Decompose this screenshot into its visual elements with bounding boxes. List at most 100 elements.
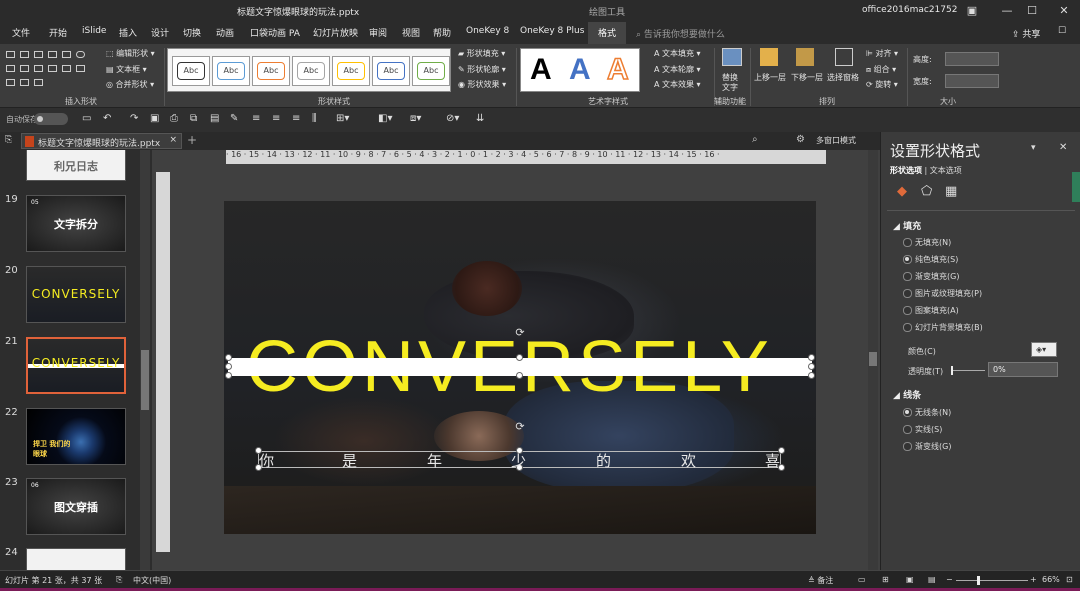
tab-transitions[interactable]: 切换 [183,26,201,39]
resize-handle[interactable] [225,372,232,379]
resize-handle[interactable] [808,363,815,370]
text-effects-button[interactable]: A 文本效果 ▾ [654,79,701,90]
rotate-handle-icon[interactable]: ⟳ [514,327,526,339]
line-section-header[interactable]: ◢ 线条 [893,388,921,401]
shape-style-tile[interactable]: Abc [212,56,250,86]
transparency-input[interactable]: 0% [988,362,1058,377]
zoom-level[interactable]: 66% [1042,575,1060,584]
tab-text-options[interactable]: 文本选项 [930,166,962,175]
align-right-icon[interactable]: ≡ [292,113,300,124]
slide-thumbnail-24[interactable] [26,548,126,570]
document-tab[interactable]: 标题文字惊爆眼球的玩法.pptx × [21,133,182,149]
resize-handle[interactable] [808,372,815,379]
share-button[interactable]: ⇪ 共享 [1012,27,1040,40]
group-dropdown-icon[interactable]: ⧈▾ [410,113,421,124]
tab-view[interactable]: 视图 [402,26,420,39]
minimize-button[interactable]: — [995,2,1019,20]
shape-style-tile[interactable]: Abc [372,56,410,86]
resize-handle[interactable] [516,354,523,361]
shape-brace-icon[interactable] [6,79,15,86]
rotate-button[interactable]: ⟳ 旋转 ▾ [866,79,898,90]
bring-forward-icon[interactable] [760,48,778,66]
normal-view-icon[interactable]: ▭ [858,575,866,584]
radio-gradient-fill[interactable]: 渐变填充(G) [903,271,959,282]
width-input[interactable] [945,74,999,88]
slide-thumbnail-19[interactable]: 05 文字拆分 [26,195,126,252]
close-button[interactable]: ✕ [1052,2,1076,20]
tab-slideshow[interactable]: 幻灯片放映 [313,26,358,39]
shape-style-tile[interactable]: Abc [412,56,450,86]
undo-icon[interactable]: ↶ [103,113,111,124]
shape-star-icon[interactable] [20,79,29,86]
print-icon[interactable]: ⎙ [170,113,178,124]
effects-pentagon-icon[interactable]: ⬠ [921,184,932,199]
zoom-slider-thumb[interactable] [977,576,980,585]
shape-line-icon[interactable] [20,51,29,58]
tab-onekey8-plus[interactable]: OneKey 8 Plus [520,26,584,36]
multi-window-mode-button[interactable]: 多窗口模式 [816,135,856,146]
height-input[interactable] [945,52,999,66]
size-properties-icon[interactable]: ▦ [945,184,957,199]
tab-file[interactable]: 文件 [12,26,30,39]
arrange-dropdown-icon[interactable]: ◧▾ [378,113,392,124]
spellcheck-icon[interactable]: ⎘ [116,575,122,585]
zoom-in-icon[interactable]: + [1030,575,1037,584]
notes-button[interactable]: ≜ 备注 [808,575,833,586]
ribbon-display-icon[interactable]: ▣ [960,2,984,20]
shape-effects-button[interactable]: ◉ 形状效果 ▾ [458,79,506,90]
radio-no-line[interactable]: 无线条(N) [903,407,951,418]
pane-side-tab[interactable] [1072,172,1080,202]
resize-handle[interactable] [225,354,232,361]
shape-down-arrow-icon[interactable] [76,65,85,72]
shape-oval-icon[interactable] [76,51,85,58]
radio-picture-fill[interactable]: 图片或纹理填充(P) [903,288,982,299]
thumbnail-scrollbar[interactable] [140,150,150,570]
alt-text-button-line2[interactable]: 文字 [722,82,738,93]
transparency-slider-thumb[interactable] [951,366,953,375]
tab-onekey8[interactable]: OneKey 8 [466,26,509,36]
canvas-scrollbar-thumb[interactable] [869,352,877,366]
canvas-scrollbar[interactable] [868,150,878,570]
shape-callout-icon[interactable] [34,79,43,86]
tab-pocket-animation[interactable]: 口袋动画 PA [250,26,300,39]
paste-icon[interactable]: ▤ [210,113,219,124]
shape-outline-button[interactable]: ✎ 形状轮廓 ▾ [458,64,506,75]
slide-thumbnail-21-selected[interactable]: CONVERSELY [26,337,126,394]
align-dropdown-icon[interactable]: ⊞▾ [336,113,349,124]
slideshow-view-icon[interactable]: ▤ [928,575,936,584]
shape-line2-icon[interactable] [48,51,57,58]
radio-pattern-fill[interactable]: 图案填充(A) [903,305,959,316]
alt-text-icon[interactable] [722,48,742,66]
account-name[interactable]: office2016mac21752 [862,5,957,15]
shape-style-tile[interactable]: Abc [332,56,370,86]
wordart-blue-sample[interactable]: A [569,53,591,87]
merge-shapes-button[interactable]: ◎ 合并形状 ▾ [106,79,154,90]
align-button[interactable]: ⊫ 对齐 ▾ [866,48,898,59]
slide-thumbnail-23[interactable]: 06 图文穿插 [26,478,126,535]
fill-line-icon[interactable]: ◆ [897,184,907,199]
tab-help[interactable]: 帮助 [433,26,451,39]
more-commands-icon[interactable]: ⊘▾ [446,113,459,124]
customize-qat-icon[interactable]: ⇊ [476,113,484,124]
edit-shape-button[interactable]: ⬚ 编辑形状 ▾ [106,48,155,59]
slide-thumbnail-22[interactable]: 捍卫 我们的眼球 [26,408,126,465]
slide-thumbnail-18[interactable]: 利兄日志 [26,150,126,181]
text-fill-button[interactable]: A 文本填充 ▾ [654,48,701,59]
shape-curve-icon[interactable] [34,65,43,72]
comment-icon[interactable]: ☐ [1058,26,1066,36]
shape-right-arrow-icon[interactable] [62,65,71,72]
shape-style-tile[interactable]: Abc [292,56,330,86]
shape-style-tile[interactable]: Abc [252,56,290,86]
tab-islide[interactable]: iSlide [82,26,106,36]
maximize-button[interactable]: ☐ [1020,2,1044,20]
rotate-handle-icon[interactable]: ⟳ [514,421,526,433]
shape-style-tile[interactable]: Abc [172,56,210,86]
pane-close-icon[interactable]: ✕ [1059,142,1067,153]
tab-format[interactable]: 格式 [588,22,627,44]
reading-view-icon[interactable]: ▣ [906,575,914,584]
redo-icon[interactable]: ↷ [130,113,138,124]
shape-square-icon[interactable] [62,51,71,58]
radio-solid-fill[interactable]: 纯色填充(S) [903,254,958,265]
send-backward-button[interactable]: 下移一层 [791,72,823,83]
radio-solid-line[interactable]: 实线(S) [903,424,942,435]
